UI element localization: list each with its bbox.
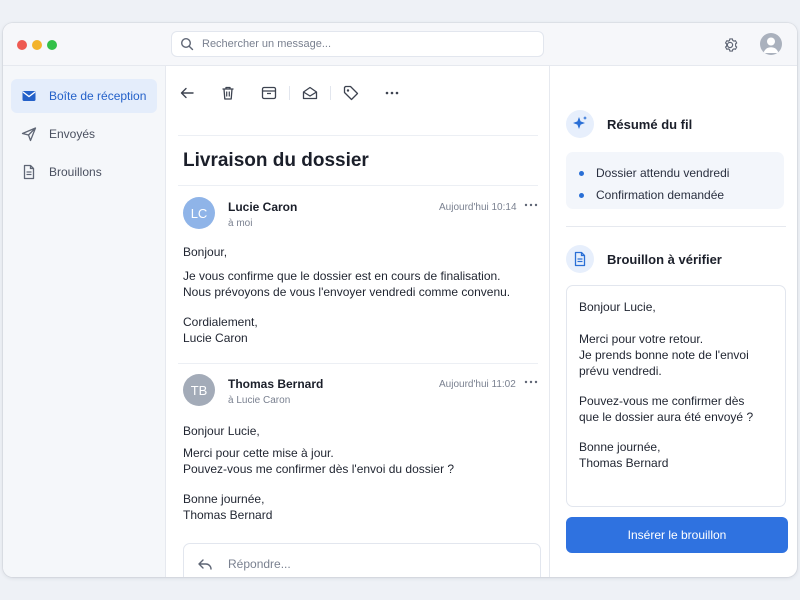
recipient-line: à Lucie Caron — [228, 395, 291, 406]
sender-avatar: TB — [183, 374, 215, 406]
sidebar-item-inbox[interactable]: Boîte de réception — [11, 79, 157, 113]
draft-title: Brouillon à vérifier — [607, 251, 722, 267]
title-bar — [3, 23, 797, 66]
recipient-line: à moi — [228, 218, 253, 229]
sidebar-item-label: Brouillons — [49, 165, 102, 179]
sidebar-item-label: Envoyés — [49, 127, 96, 141]
toolbar-spacer — [207, 86, 208, 100]
search-icon — [180, 37, 194, 51]
message-item: TB Thomas Bernard à Lucie Caron Aujourd'… — [183, 374, 538, 534]
subject-divider — [178, 185, 538, 186]
draft-line: Merci pour votre retour. — [579, 332, 704, 346]
draft-line: Je prends bonne note de l'envoi — [579, 348, 749, 362]
sender-name: Thomas Bernard — [228, 377, 324, 391]
bullet-icon — [579, 170, 584, 176]
body-line: Lucie Caron — [183, 331, 248, 345]
search-bar[interactable] — [171, 31, 544, 57]
message-body: Bonjour Lucie, Merci pour cette mise à j… — [183, 423, 454, 523]
sender-avatar: LC — [183, 197, 215, 229]
bullet-icon — [579, 192, 584, 198]
toolbar-spacer — [248, 86, 249, 100]
toolbar-divider — [330, 86, 331, 100]
more-options-icon[interactable] — [383, 84, 401, 102]
archive-icon[interactable] — [260, 84, 278, 102]
draft-line: prévu vendredi. — [579, 364, 662, 378]
send-icon — [21, 126, 37, 142]
user-avatar[interactable] — [760, 33, 782, 55]
summary-item: Confirmation demandée — [566, 184, 784, 206]
draft-header: Brouillon à vérifier — [566, 245, 722, 273]
toolbar-spacer — [371, 86, 372, 100]
toolbar-divider-line — [178, 135, 538, 136]
message-divider — [178, 363, 538, 364]
document-icon — [566, 245, 594, 273]
draft-line: que le dossier aura été envoyé ? — [579, 410, 754, 424]
sidebar: Boîte de réception Envoyés Brouillons — [3, 66, 166, 577]
reply-placeholder: Répondre... — [228, 557, 291, 571]
more-options-icon[interactable] — [523, 375, 539, 389]
inbox-icon — [21, 88, 37, 104]
message-item: LC Lucie Caron à moi Aujourd'hui 10:14 B… — [183, 197, 538, 357]
message-time: Aujourd'hui 11:02 — [439, 379, 516, 390]
assistant-panel: Résumé du fil Dossier attendu vendredi C… — [550, 66, 797, 577]
message-body: Bonjour, Je vous confirme que le dossier… — [183, 244, 510, 346]
tag-icon[interactable] — [342, 84, 360, 102]
summary-list: Dossier attendu vendredi Confirmation de… — [566, 152, 784, 209]
draft-line: Pouvez-vous me confirmer dès — [579, 394, 745, 408]
sender-name: Lucie Caron — [228, 200, 298, 214]
thread-view: Livraison du dossier LC Lucie Caron à mo… — [166, 66, 550, 577]
body-line: Je vous confirme que le dossier est en c… — [183, 269, 501, 283]
body-line: Nous prévoyons de vous l'envoyer vendred… — [183, 285, 511, 299]
more-options-icon[interactable] — [523, 198, 539, 212]
mark-as-read-icon[interactable] — [301, 84, 319, 102]
draft-line: Bonjour Lucie, — [579, 300, 656, 314]
sidebar-item-drafts[interactable]: Brouillons — [11, 155, 157, 189]
body-line: Merci pour cette mise à jour. — [183, 446, 334, 460]
draft-document-icon — [21, 164, 37, 180]
sidebar-item-label: Boîte de réception — [49, 89, 147, 103]
reply-box[interactable]: Répondre... — [183, 543, 541, 577]
summary-item-text: Confirmation demandée — [596, 188, 725, 202]
summary-header: Résumé du fil — [566, 110, 692, 138]
message-time: Aujourd'hui 10:14 — [439, 202, 517, 213]
body-line: Bonne journée, — [183, 492, 265, 506]
minimize-window-button[interactable] — [32, 40, 42, 50]
reply-arrow-icon — [197, 556, 213, 572]
close-window-button[interactable] — [17, 40, 27, 50]
panel-divider — [566, 226, 786, 227]
body-line: Pouvez-vous me confirmer dès l'envoi du … — [183, 462, 455, 476]
summary-item: Dossier attendu vendredi — [566, 162, 784, 184]
body-line: Bonjour, — [183, 245, 228, 259]
draft-line: Bonne journée, — [579, 440, 661, 454]
body-line: Cordialement, — [183, 315, 258, 329]
insert-draft-button[interactable]: Insérer le brouillon — [566, 517, 788, 553]
draft-line: Thomas Bernard — [579, 456, 669, 470]
sparkle-icon — [566, 110, 594, 138]
body-line: Bonjour Lucie, — [183, 424, 260, 438]
thread-subject: Livraison du dossier — [183, 150, 369, 171]
body-line: Thomas Bernard — [183, 508, 273, 522]
summary-item-text: Dossier attendu vendredi — [596, 166, 730, 180]
sidebar-item-sent[interactable]: Envoyés — [11, 117, 157, 151]
search-input[interactable] — [202, 38, 522, 50]
draft-text-area[interactable]: Bonjour Lucie, Merci pour votre retour. … — [566, 285, 786, 507]
back-arrow-icon[interactable] — [178, 84, 196, 102]
thread-toolbar — [178, 82, 401, 104]
summary-title: Résumé du fil — [607, 116, 693, 132]
trash-icon[interactable] — [219, 84, 237, 102]
maximize-window-button[interactable] — [47, 40, 57, 50]
toolbar-divider — [289, 86, 290, 100]
mail-window: Boîte de réception Envoyés Brouillons — [3, 23, 797, 577]
gear-icon[interactable] — [721, 36, 739, 54]
